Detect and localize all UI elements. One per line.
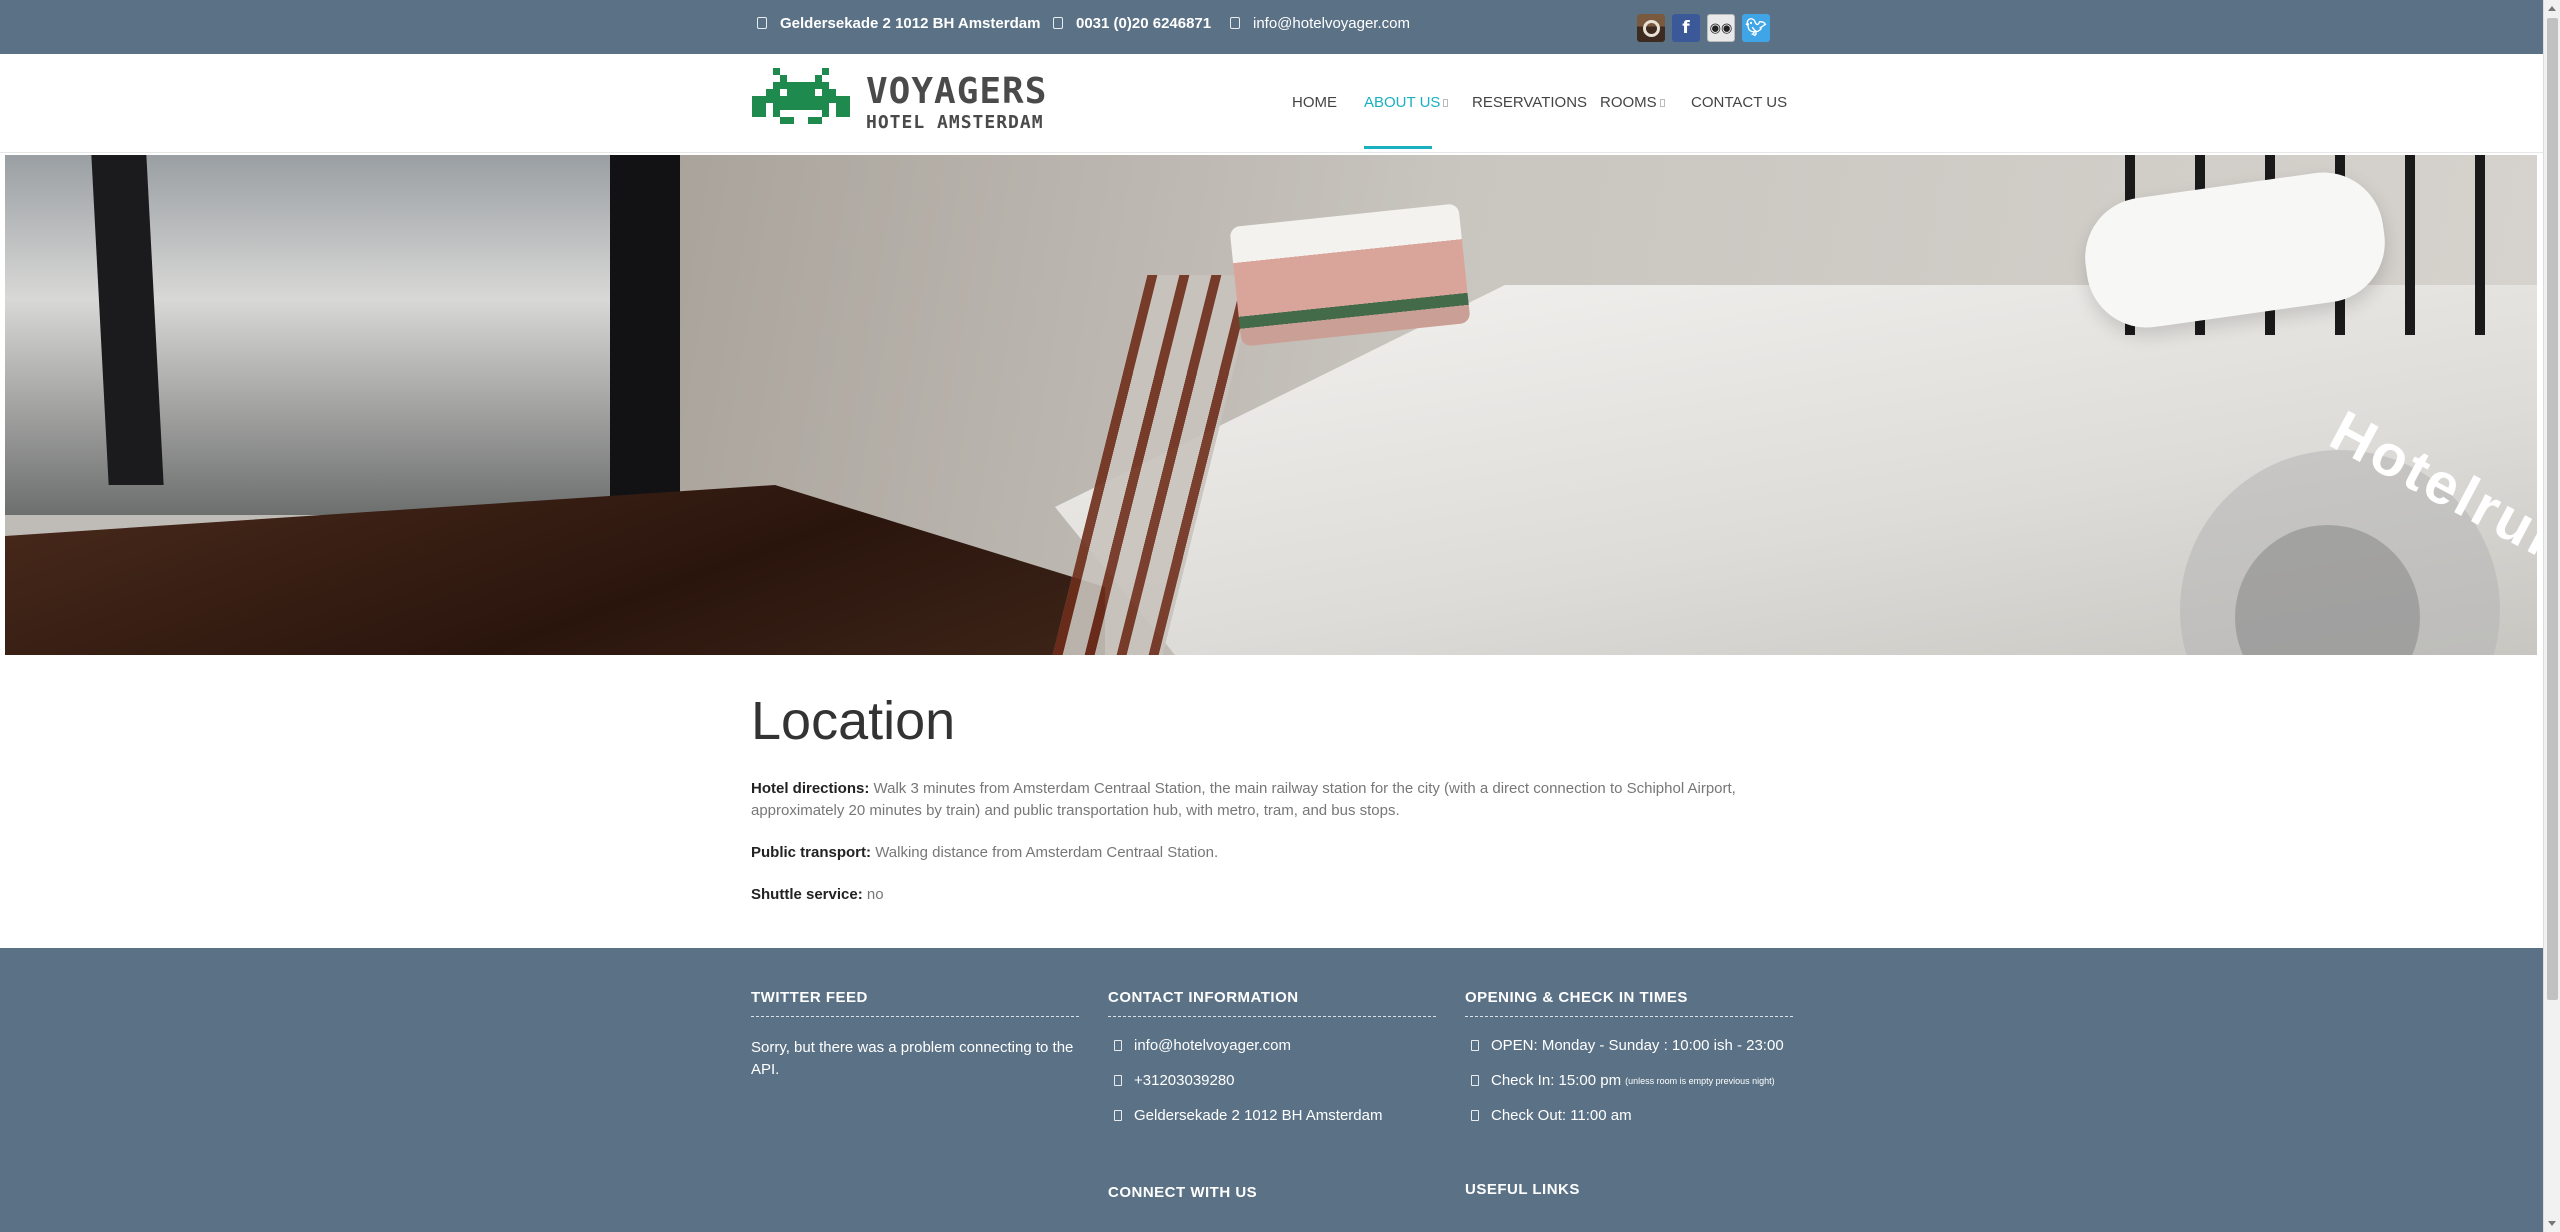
chevron-down-icon [1659,99,1665,108]
page-scrollbar[interactable] [2543,0,2560,1232]
nav-about-us-label: ABOUT US [1364,94,1441,111]
site-header: VOYAGERS HOTEL AMSTERDAM HOME ABOUT US R… [0,54,2543,153]
nav-reservations[interactable]: RESERVATIONS [1472,94,1587,111]
twitter-feed-column: TWITTER FEED Sorry, but there was a prob… [751,948,1079,1081]
nav-home[interactable]: HOME [1292,94,1337,111]
public-transport: Public transport: Walking distance from … [751,842,1791,864]
clock-icon [1471,1040,1479,1051]
map-marker-icon [757,17,767,29]
address-info: Geldersekade 2 1012 BH Amsterdam [757,0,1040,46]
scrollbar-thumb[interactable] [2547,18,2558,1000]
transport-label: Public transport: [751,844,872,861]
tripadvisor-icon[interactable]: ◉◉ [1707,14,1735,42]
footer-phone-text: +31203039280 [1134,1072,1235,1089]
check-in-text: Check In: 15:00 pm [1491,1072,1622,1089]
footer-email[interactable]: info@hotelvoyager.com [1108,1037,1436,1054]
check-out-text: Check Out: 11:00 am [1491,1107,1632,1124]
transport-text: Walking distance from Amsterdam Centraal… [875,844,1219,861]
footer-phone: +31203039280 [1108,1072,1436,1089]
nav-active-indicator [1364,146,1432,149]
space-invader-logo-icon [752,68,850,124]
instagram-icon[interactable] [1637,14,1665,42]
address-text: Geldersekade 2 1012 BH Amsterdam [780,14,1041,32]
opening-times-heading: OPENING & CHECK IN TIMES [1465,989,1793,1017]
nav-rooms-label: ROOMS [1600,94,1657,111]
phone-info: 0031 (0)20 6246871 [1053,0,1211,46]
scroll-up-arrow-icon[interactable] [2548,6,2556,11]
envelope-icon [1230,17,1240,29]
check-in-time: Check In: 15:00 pm (unless room is empty… [1465,1072,1793,1089]
phone-icon [1114,1075,1122,1086]
useful-links-heading: USEFUL LINKS [1465,1181,1580,1198]
shuttle-text: no [866,886,884,903]
check-out-time: Check Out: 11:00 am [1465,1107,1793,1124]
opening-hours-text: OPEN: Monday - Sunday : 10:00 ish - 23:0… [1491,1037,1784,1054]
hotel-directions: Hotel directions: Walk 3 minutes from Am… [751,778,1791,822]
phone-text: 0031 (0)20 6246871 [1076,14,1212,32]
email-info[interactable]: info@hotelvoyager.com [1230,0,1410,46]
contact-info-column: CONTACT INFORMATION info@hotelvoyager.co… [1108,948,1436,1211]
clock-icon [1471,1110,1479,1121]
directions-text: Walk 3 minutes from Amsterdam Centraal S… [751,780,1736,819]
top-info-bar: Geldersekade 2 1012 BH Amsterdam 0031 (0… [0,0,2543,54]
contact-info-heading: CONTACT INFORMATION [1108,989,1436,1017]
twitter-feed-message: Sorry, but there was a problem connectin… [751,1039,1074,1078]
shuttle-label: Shuttle service: [751,886,863,903]
map-marker-icon [1114,1110,1122,1121]
page-title: Location [751,691,956,751]
site-footer: TWITTER FEED Sorry, but there was a prob… [0,948,2543,1232]
logo-text: VOYAGERS HOTEL AMSTERDAM [866,74,1047,132]
email-link[interactable]: info@hotelvoyager.com [1253,15,1410,32]
nav-contact-us[interactable]: CONTACT US [1691,94,1787,111]
logo-title: VOYAGERS [866,71,1048,112]
opening-times-column: OPENING & CHECK IN TIMES OPEN: Monday - … [1465,948,1793,1208]
footer-address: Geldersekade 2 1012 BH Amsterdam [1108,1107,1436,1124]
directions-label: Hotel directions: [751,780,870,797]
check-in-note: (unless room is empty previous night) [1625,1075,1775,1086]
nav-rooms[interactable]: ROOMS [1600,94,1665,111]
connect-heading: CONNECT WITH US [1108,1184,1258,1201]
folded-towels [1229,203,1471,347]
nav-about-us[interactable]: ABOUT US [1364,94,1449,111]
phone-icon [1053,17,1063,29]
scroll-down-arrow-icon[interactable] [2548,1221,2556,1226]
logo-subtitle: HOTEL AMSTERDAM [866,112,1044,133]
envelope-icon [1114,1040,1122,1051]
facebook-icon[interactable]: f [1672,14,1700,42]
site-logo[interactable]: VOYAGERS HOTEL AMSTERDAM [752,68,1047,138]
hero-room-image: Hotelrun [5,155,2537,655]
location-section: Location Hotel directions: Walk 3 minute… [751,690,1791,926]
chevron-down-icon [1443,99,1449,108]
footer-email-text[interactable]: info@hotelvoyager.com [1134,1037,1291,1054]
twitter-icon[interactable]: 🐦︎ [1742,14,1770,42]
shuttle-service: Shuttle service: no [751,884,1791,906]
footer-address-text: Geldersekade 2 1012 BH Amsterdam [1134,1107,1383,1124]
opening-hours: OPEN: Monday - Sunday : 10:00 ish - 23:0… [1465,1037,1793,1054]
social-links: f ◉◉ 🐦︎ [1637,14,1770,42]
clock-icon [1471,1075,1479,1086]
twitter-feed-heading: TWITTER FEED [751,989,1079,1017]
